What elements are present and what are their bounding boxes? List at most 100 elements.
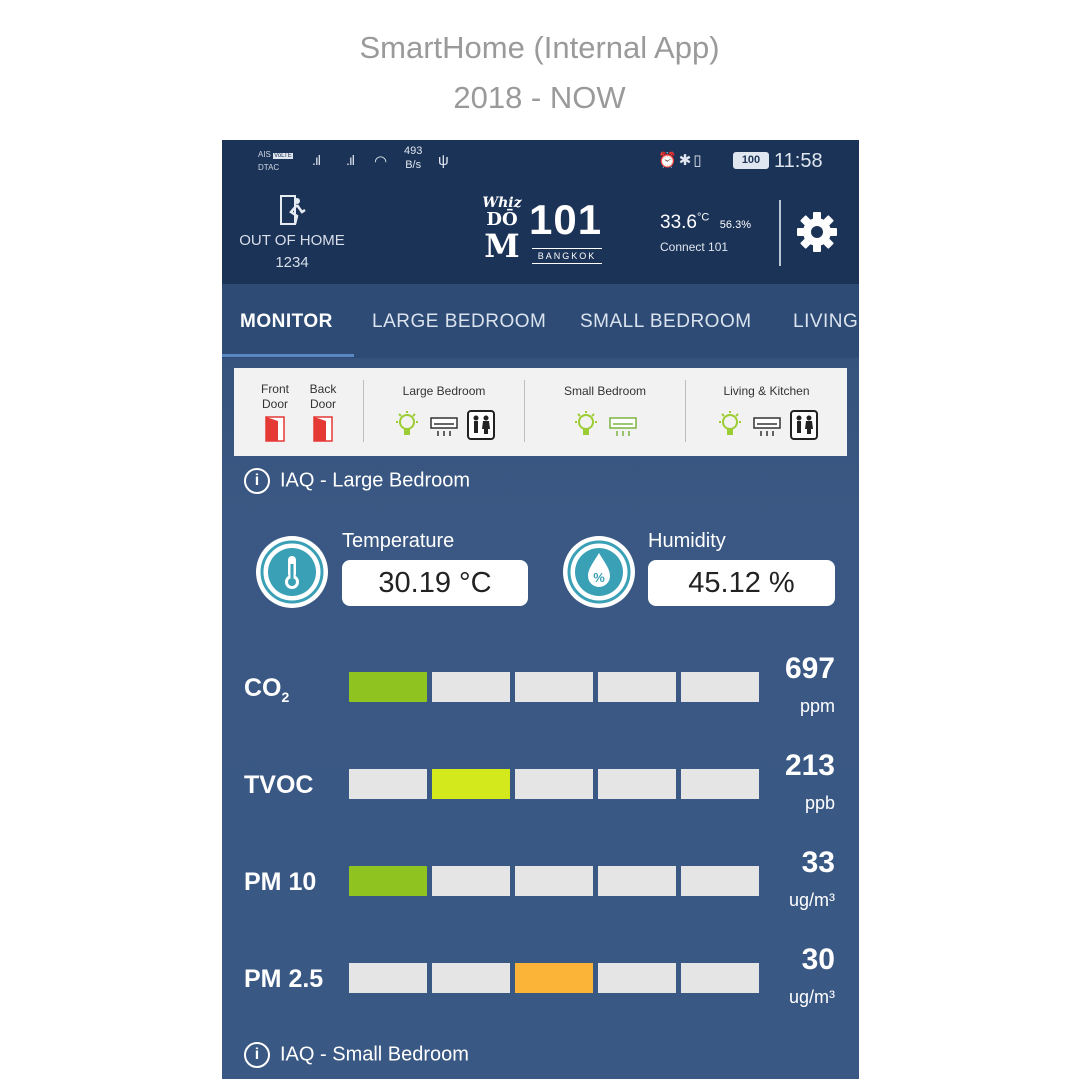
level-segment bbox=[598, 963, 676, 993]
restroom-icon bbox=[467, 410, 495, 440]
device-status-panel: Front Door Back Door Large Bedroom Small… bbox=[234, 368, 847, 456]
level-segment bbox=[432, 769, 510, 799]
speed-value: 493 bbox=[404, 145, 423, 157]
level-segment bbox=[515, 963, 593, 993]
front-door-label: Front Door bbox=[260, 382, 289, 411]
battery-icon: 100 bbox=[733, 152, 769, 169]
info-icon: i bbox=[244, 1042, 270, 1068]
home-mode-label: OUT OF HOME bbox=[239, 232, 345, 249]
active-tab-indicator bbox=[222, 354, 354, 357]
bulb-icon bbox=[575, 411, 597, 435]
aircon-icon bbox=[430, 417, 458, 436]
status-icons: ⏰✱▯ bbox=[658, 151, 704, 169]
section-title: IAQ - Large Bedroom bbox=[280, 469, 471, 492]
aircon-icon bbox=[752, 417, 781, 436]
front-door-status[interactable]: Front Door bbox=[250, 382, 300, 442]
level-segment bbox=[515, 769, 593, 799]
vibrate-icon: ▯ bbox=[693, 152, 704, 169]
restroom-icon bbox=[789, 410, 818, 440]
thermometer-icon bbox=[260, 540, 324, 604]
status-bar: AIS VoLTE DTAC .ıl .ıl ◠ 493 B/s ψ ⏰✱▯ 1… bbox=[222, 140, 859, 184]
outdoor-humidity: 56.3% bbox=[719, 219, 751, 232]
level-segment bbox=[681, 672, 759, 702]
signal-icon-2: .ıl bbox=[346, 152, 355, 168]
phone-screen: AIS VoLTE DTAC .ıl .ıl ◠ 493 B/s ψ ⏰✱▯ 1… bbox=[222, 140, 859, 1079]
home-mode-button[interactable]: OUT OF HOME 1234 bbox=[232, 194, 352, 274]
bulb-icon bbox=[718, 411, 741, 435]
living-kitchen-title: Living & Kitchen bbox=[723, 384, 810, 398]
exit-door-icon bbox=[280, 195, 306, 225]
tab-monitor[interactable]: MONITOR bbox=[240, 311, 333, 333]
level-segment bbox=[681, 769, 759, 799]
level-segment bbox=[349, 963, 427, 993]
logo-city: BANGKOK bbox=[532, 248, 602, 264]
logo-m: M bbox=[484, 227, 520, 265]
wifi-icon: ◠ bbox=[374, 153, 387, 170]
living-kitchen-devices[interactable]: Living & Kitchen bbox=[686, 368, 847, 456]
humidity-icon-badge: % bbox=[563, 536, 635, 608]
metric-value: 30 bbox=[801, 943, 835, 976]
section-title: IAQ - Small Bedroom bbox=[280, 1043, 469, 1066]
level-segment bbox=[349, 672, 427, 702]
outdoor-weather: 33.6°C 56.3% Connect 101 bbox=[660, 212, 751, 254]
level-segment bbox=[432, 672, 510, 702]
logo-wordmark: Whiz DŌ M bbox=[477, 196, 527, 268]
tab-large-bedroom[interactable]: LARGE BEDROOM bbox=[372, 311, 546, 333]
level-segment bbox=[681, 866, 759, 896]
metric-unit: ug/m³ bbox=[788, 987, 835, 1007]
gear-icon[interactable] bbox=[796, 211, 838, 253]
humidity-value: 45.12 % bbox=[648, 560, 835, 606]
carrier-2: DTAC bbox=[258, 163, 280, 172]
room-tabs: MONITOR LARGE BEDROOM SMALL BEDROOM LIVI… bbox=[222, 284, 859, 358]
signal-icon: .ıl bbox=[312, 152, 321, 168]
metric-name: PM 10 bbox=[244, 868, 317, 896]
bluetooth-icon: ✱ bbox=[678, 152, 694, 169]
back-door-status[interactable]: Back Door bbox=[298, 382, 348, 442]
whizdom-logo: Whiz DŌ M 101 BANGKOK bbox=[477, 196, 607, 268]
metric-name: TVOC bbox=[244, 771, 314, 799]
appbar-divider bbox=[779, 200, 781, 266]
home-mode-code: 1234 bbox=[275, 254, 309, 271]
large-bedroom-devices[interactable]: Large Bedroom bbox=[364, 368, 524, 456]
metric-value: 33 bbox=[801, 846, 835, 879]
metric-unit: ppb bbox=[804, 793, 835, 813]
metric-value: 213 bbox=[784, 749, 835, 782]
metric-unit: ug/m³ bbox=[788, 890, 835, 910]
metric-unit: ppm bbox=[799, 696, 835, 716]
metric-name: PM 2.5 bbox=[244, 965, 324, 993]
iaq-large-bedroom-header[interactable]: i IAQ - Large Bedroom bbox=[244, 468, 470, 494]
carrier-info: AIS VoLTE DTAC bbox=[258, 149, 293, 173]
level-segment bbox=[598, 769, 676, 799]
temperature-value: 30.19 °C bbox=[342, 560, 528, 606]
alarm-icon: ⏰ bbox=[658, 152, 679, 169]
caption-period: 2018 - NOW bbox=[453, 80, 626, 115]
caption-title: SmartHome (Internal App) bbox=[359, 30, 720, 65]
metric-name: CO2 bbox=[244, 674, 290, 705]
tab-small-bedroom[interactable]: SMALL BEDROOM bbox=[580, 311, 752, 333]
temperature-label: Temperature bbox=[342, 530, 455, 552]
connection-label: Connect 101 bbox=[660, 240, 729, 255]
level-segment bbox=[515, 672, 593, 702]
back-door-label: Back Door bbox=[309, 382, 337, 411]
water-drop-icon: % bbox=[567, 540, 631, 604]
clock: 11:58 bbox=[774, 150, 823, 172]
small-bedroom-devices[interactable]: Small Bedroom bbox=[525, 368, 685, 456]
speed-unit: B/s bbox=[405, 159, 422, 171]
iaq-row-pm10: PM 10 33 ug/m³ bbox=[222, 846, 859, 926]
tab-living[interactable]: LIVING bbox=[793, 311, 858, 333]
level-segment bbox=[349, 769, 427, 799]
aircon-icon bbox=[609, 417, 637, 436]
thermometer-icon-badge bbox=[256, 536, 328, 608]
level-segment bbox=[349, 866, 427, 896]
app-bar: OUT OF HOME 1234 Whiz DŌ M 101 BANGKOK 3… bbox=[222, 184, 859, 284]
volte-badge: VoLTE bbox=[273, 153, 293, 159]
iaq-small-bedroom-header[interactable]: i IAQ - Small Bedroom bbox=[244, 1042, 469, 1068]
iaq-row-tvoc: TVOC 213 ppb bbox=[222, 749, 859, 829]
level-segment bbox=[432, 866, 510, 896]
bulb-icon bbox=[396, 411, 418, 435]
level-segment bbox=[432, 963, 510, 993]
logo-number: 101 bbox=[529, 196, 603, 243]
logo-top: Whiz bbox=[482, 195, 522, 211]
door-open-icon bbox=[265, 416, 285, 442]
iaq-row-pm25: PM 2.5 30 ug/m³ bbox=[222, 943, 859, 1023]
